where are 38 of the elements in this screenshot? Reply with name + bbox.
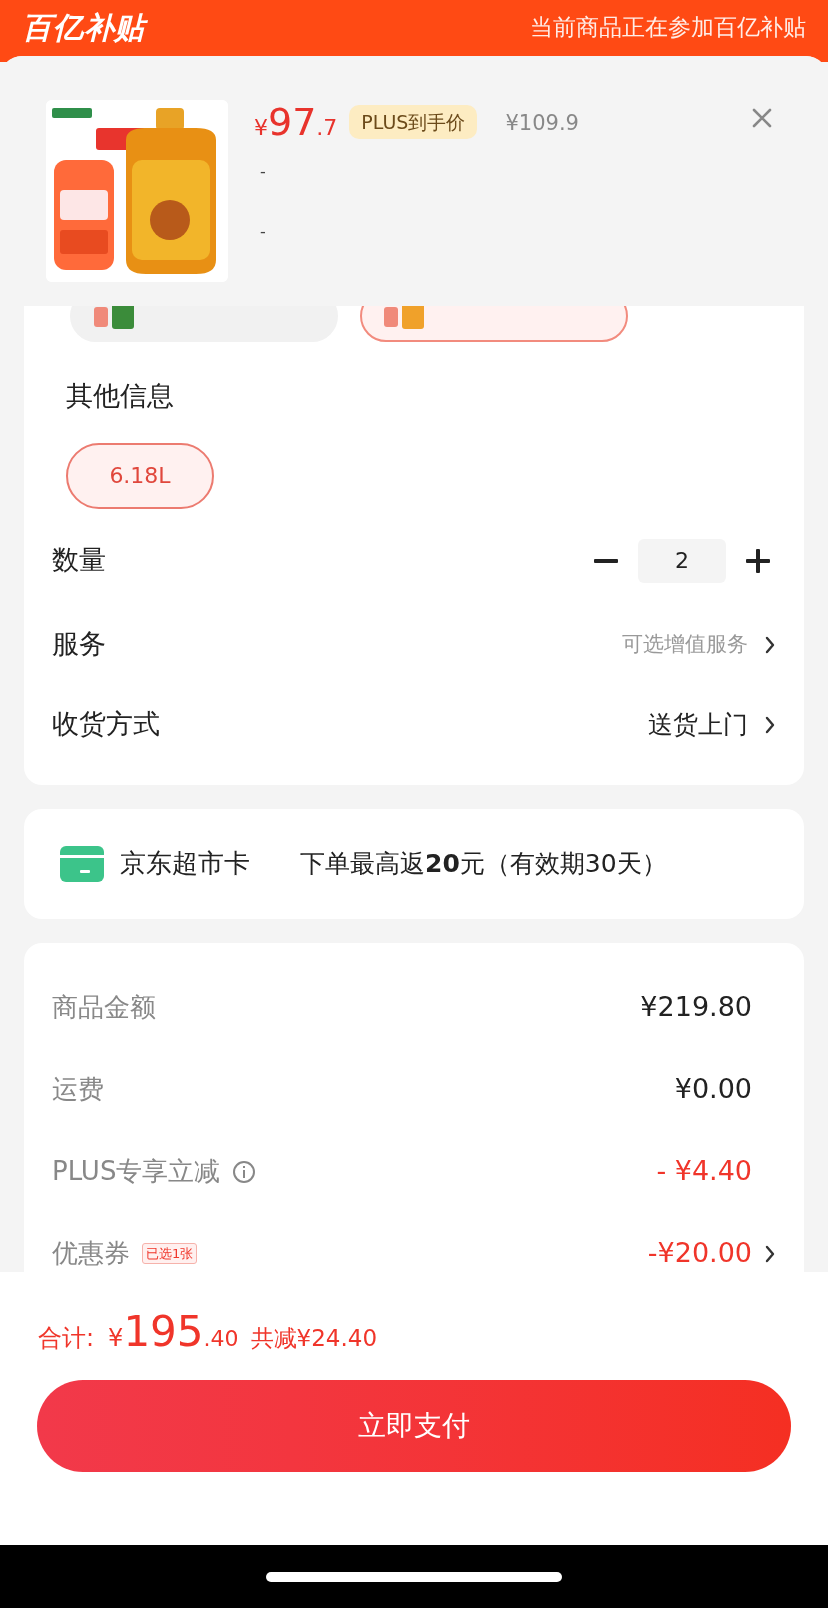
- minus-icon: [594, 558, 618, 563]
- info-icon[interactable]: [232, 1159, 257, 1184]
- row-label: PLUS专享立减: [52, 1155, 221, 1188]
- home-indicator[interactable]: [266, 1571, 562, 1582]
- amount-value: -¥20.00: [647, 1236, 752, 1271]
- row-label: 数量: [52, 543, 106, 578]
- chevron-icon: [764, 714, 776, 735]
- row-label: 运费: [52, 1073, 104, 1106]
- card-icon: [60, 845, 104, 882]
- original-price: ¥109.9: [505, 110, 579, 138]
- section-title: 其他信息: [65, 379, 175, 413]
- chevron-icon: [764, 634, 776, 655]
- row-value[interactable]: 可选增值服务: [622, 628, 748, 661]
- product-thumbnail-icon: [384, 306, 426, 331]
- row-label: 服务: [52, 627, 106, 662]
- amount-value: ¥0.00: [674, 1072, 752, 1107]
- total-label: 合计:: [38, 1323, 95, 1354]
- promo-text: 下单最高返20元（有效期30天）: [300, 847, 667, 880]
- plus-price-badge: PLUS到手价: [349, 104, 478, 140]
- current-price: ¥97.7: [254, 98, 338, 146]
- row-label: 收货方式: [52, 707, 160, 742]
- amount-value: - ¥4.40: [656, 1154, 752, 1189]
- card-name: 京东超市卡: [120, 847, 250, 880]
- amount-value: ¥219.80: [640, 990, 752, 1025]
- row-label: 优惠券: [52, 1237, 130, 1270]
- row-label: 商品金额: [52, 991, 156, 1024]
- row-value[interactable]: 送货上门: [648, 705, 748, 744]
- spec-text: -: [260, 161, 267, 183]
- savings-text: 共减¥24.40: [250, 1324, 378, 1353]
- pay-button[interactable]: 立即支付: [37, 1380, 791, 1472]
- size-option[interactable]: 6.18L: [66, 442, 214, 509]
- spec-text: -: [260, 221, 267, 243]
- product-thumbnail-icon: [94, 306, 136, 331]
- quantity-field[interactable]: 2: [638, 538, 726, 583]
- notice-text: 当前商品正在参加百亿补贴: [530, 12, 806, 42]
- total-price: ¥195.40: [108, 1306, 239, 1358]
- coupon-badge: 已选1张: [142, 1242, 198, 1265]
- plus-icon: [746, 548, 770, 573]
